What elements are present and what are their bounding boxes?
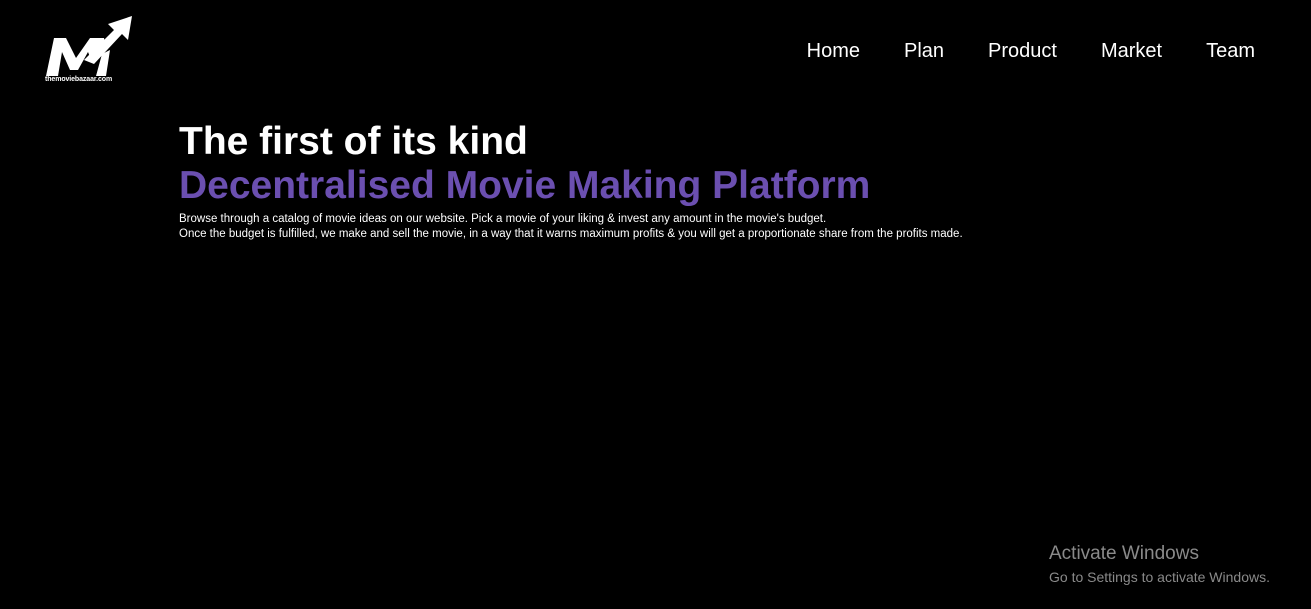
logo-caption: themoviebazaar.com: [45, 76, 113, 83]
hero-description-line-2: Once the budget is fulfilled, we make an…: [179, 227, 963, 240]
nav-item-product[interactable]: Product: [988, 38, 1057, 64]
watermark-subtitle: Go to Settings to activate Windows.: [1049, 569, 1270, 585]
nav-item-home[interactable]: Home: [807, 38, 860, 64]
hero-title: The first of its kind: [179, 120, 528, 163]
hero-subtitle: Decentralised Movie Making Platform: [179, 164, 871, 207]
activate-windows-watermark: Activate Windows Go to Settings to activ…: [1049, 543, 1270, 588]
hero-description-line-1: Browse through a catalog of movie ideas …: [179, 213, 827, 225]
hero-section: The first of its kind Decentralised Movi…: [179, 120, 1179, 241]
nav-item-team[interactable]: Team: [1206, 38, 1255, 64]
nav-item-plan[interactable]: Plan: [904, 38, 944, 64]
watermark-title: Activate Windows: [1049, 543, 1199, 564]
nav-item-market[interactable]: Market: [1101, 38, 1162, 64]
hero-description: Browse through a catalog of movie ideas …: [179, 212, 1179, 241]
brand-logo[interactable]: themoviebazaar.com: [44, 14, 136, 86]
m-arrow-logo-icon: [46, 16, 132, 76]
main-nav: Home Plan Product Market Team: [763, 38, 1255, 64]
